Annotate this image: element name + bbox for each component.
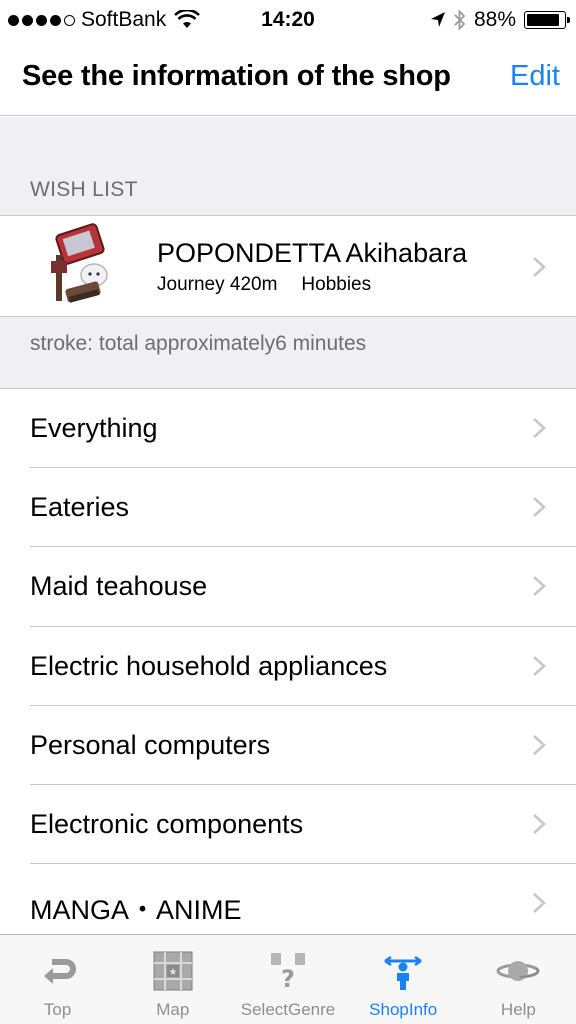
route-summary: stroke: total approximately6 minutes: [30, 332, 367, 355]
shop-genre: Hobbies: [301, 274, 372, 295]
genre-label: Personal computers: [30, 729, 271, 760]
planet-icon: [496, 949, 540, 993]
tab-select-genre[interactable]: ? SelectGenre: [230, 935, 345, 1024]
genre-label: Electronic components: [30, 808, 304, 839]
genre-label: Electric household appliances: [30, 650, 388, 681]
tab-bar: Top ★ Map ? SelectGenre ShopInfo Help: [0, 934, 576, 1024]
genre-label: Everything: [30, 413, 158, 443]
chevron-right-icon: [533, 734, 546, 755]
svg-text:★: ★: [168, 967, 177, 978]
genre-item-everything[interactable]: Everything: [0, 389, 576, 469]
genre-item-electronic-components[interactable]: Electronic components: [0, 784, 576, 865]
tab-shop-info[interactable]: ShopInfo: [346, 935, 461, 1024]
bluetooth-icon: [454, 9, 466, 31]
tab-top[interactable]: Top: [0, 935, 115, 1024]
chevron-right-icon: [533, 497, 546, 518]
shop-info-person-icon: [381, 949, 425, 993]
status-right: 88%: [430, 8, 570, 32]
chevron-right-icon: [533, 893, 546, 914]
svg-text:?: ?: [281, 965, 295, 991]
edit-button[interactable]: Edit: [510, 60, 560, 93]
chevron-right-icon: [533, 418, 546, 438]
shop-details: Journey 420m Hobbies: [157, 274, 371, 296]
chevron-right-icon: [533, 257, 546, 277]
status-bar: SoftBank 14:20 88%: [0, 0, 576, 40]
wish-list-item[interactable]: POPONDETTA Akihabara Journey 420m Hobbie…: [0, 215, 576, 317]
genre-list: Everything Eateries Maid teahouse Electr…: [0, 389, 576, 944]
tab-label: SelectGenre: [240, 1000, 336, 1019]
genre-item-personal-computers[interactable]: Personal computers: [0, 705, 576, 785]
tab-label: Top: [43, 1000, 72, 1019]
chevron-right-icon: [533, 655, 546, 676]
genre-item-manga-anime[interactable]: MANGA・ANIME: [0, 864, 576, 944]
return-arrow-icon: [36, 949, 80, 993]
map-icon: ★: [151, 949, 195, 993]
tab-label: Help: [500, 1000, 536, 1019]
wish-list-header: WISH LIST: [30, 178, 138, 201]
shop-distance: Journey 420m: [157, 274, 278, 295]
battery-percent: 88%: [473, 8, 516, 31]
tab-label: Map: [156, 1000, 190, 1019]
genre-item-eateries[interactable]: Eateries: [0, 468, 576, 548]
chevron-right-icon: [533, 813, 546, 834]
tab-label: ShopInfo: [369, 1000, 438, 1019]
chevron-right-icon: [533, 576, 546, 597]
genre-item-maid-teahouse[interactable]: Maid teahouse: [0, 547, 576, 627]
shop-name: POPONDETTA Akihabara: [157, 238, 468, 268]
tab-map[interactable]: ★ Map: [115, 935, 230, 1024]
navigation-bar: See the information of the shop Edit: [0, 40, 576, 116]
battery-fill: [527, 14, 559, 26]
battery-icon: [524, 11, 570, 29]
genre-label: Eateries: [30, 492, 130, 523]
tab-help[interactable]: Help: [461, 935, 576, 1024]
genre-question-icon: ?: [266, 949, 310, 993]
genre-label: MANGA・ANIME: [30, 895, 242, 926]
section-footer: stroke: total approximately6 minutes: [0, 317, 576, 389]
genre-item-electric-appliances[interactable]: Electric household appliances: [0, 626, 576, 706]
location-arrow-icon: [430, 12, 445, 27]
shop-thumbnail-icon: [51, 223, 108, 303]
genre-label: Maid teahouse: [30, 571, 208, 602]
page-title: See the information of the shop: [22, 60, 451, 92]
